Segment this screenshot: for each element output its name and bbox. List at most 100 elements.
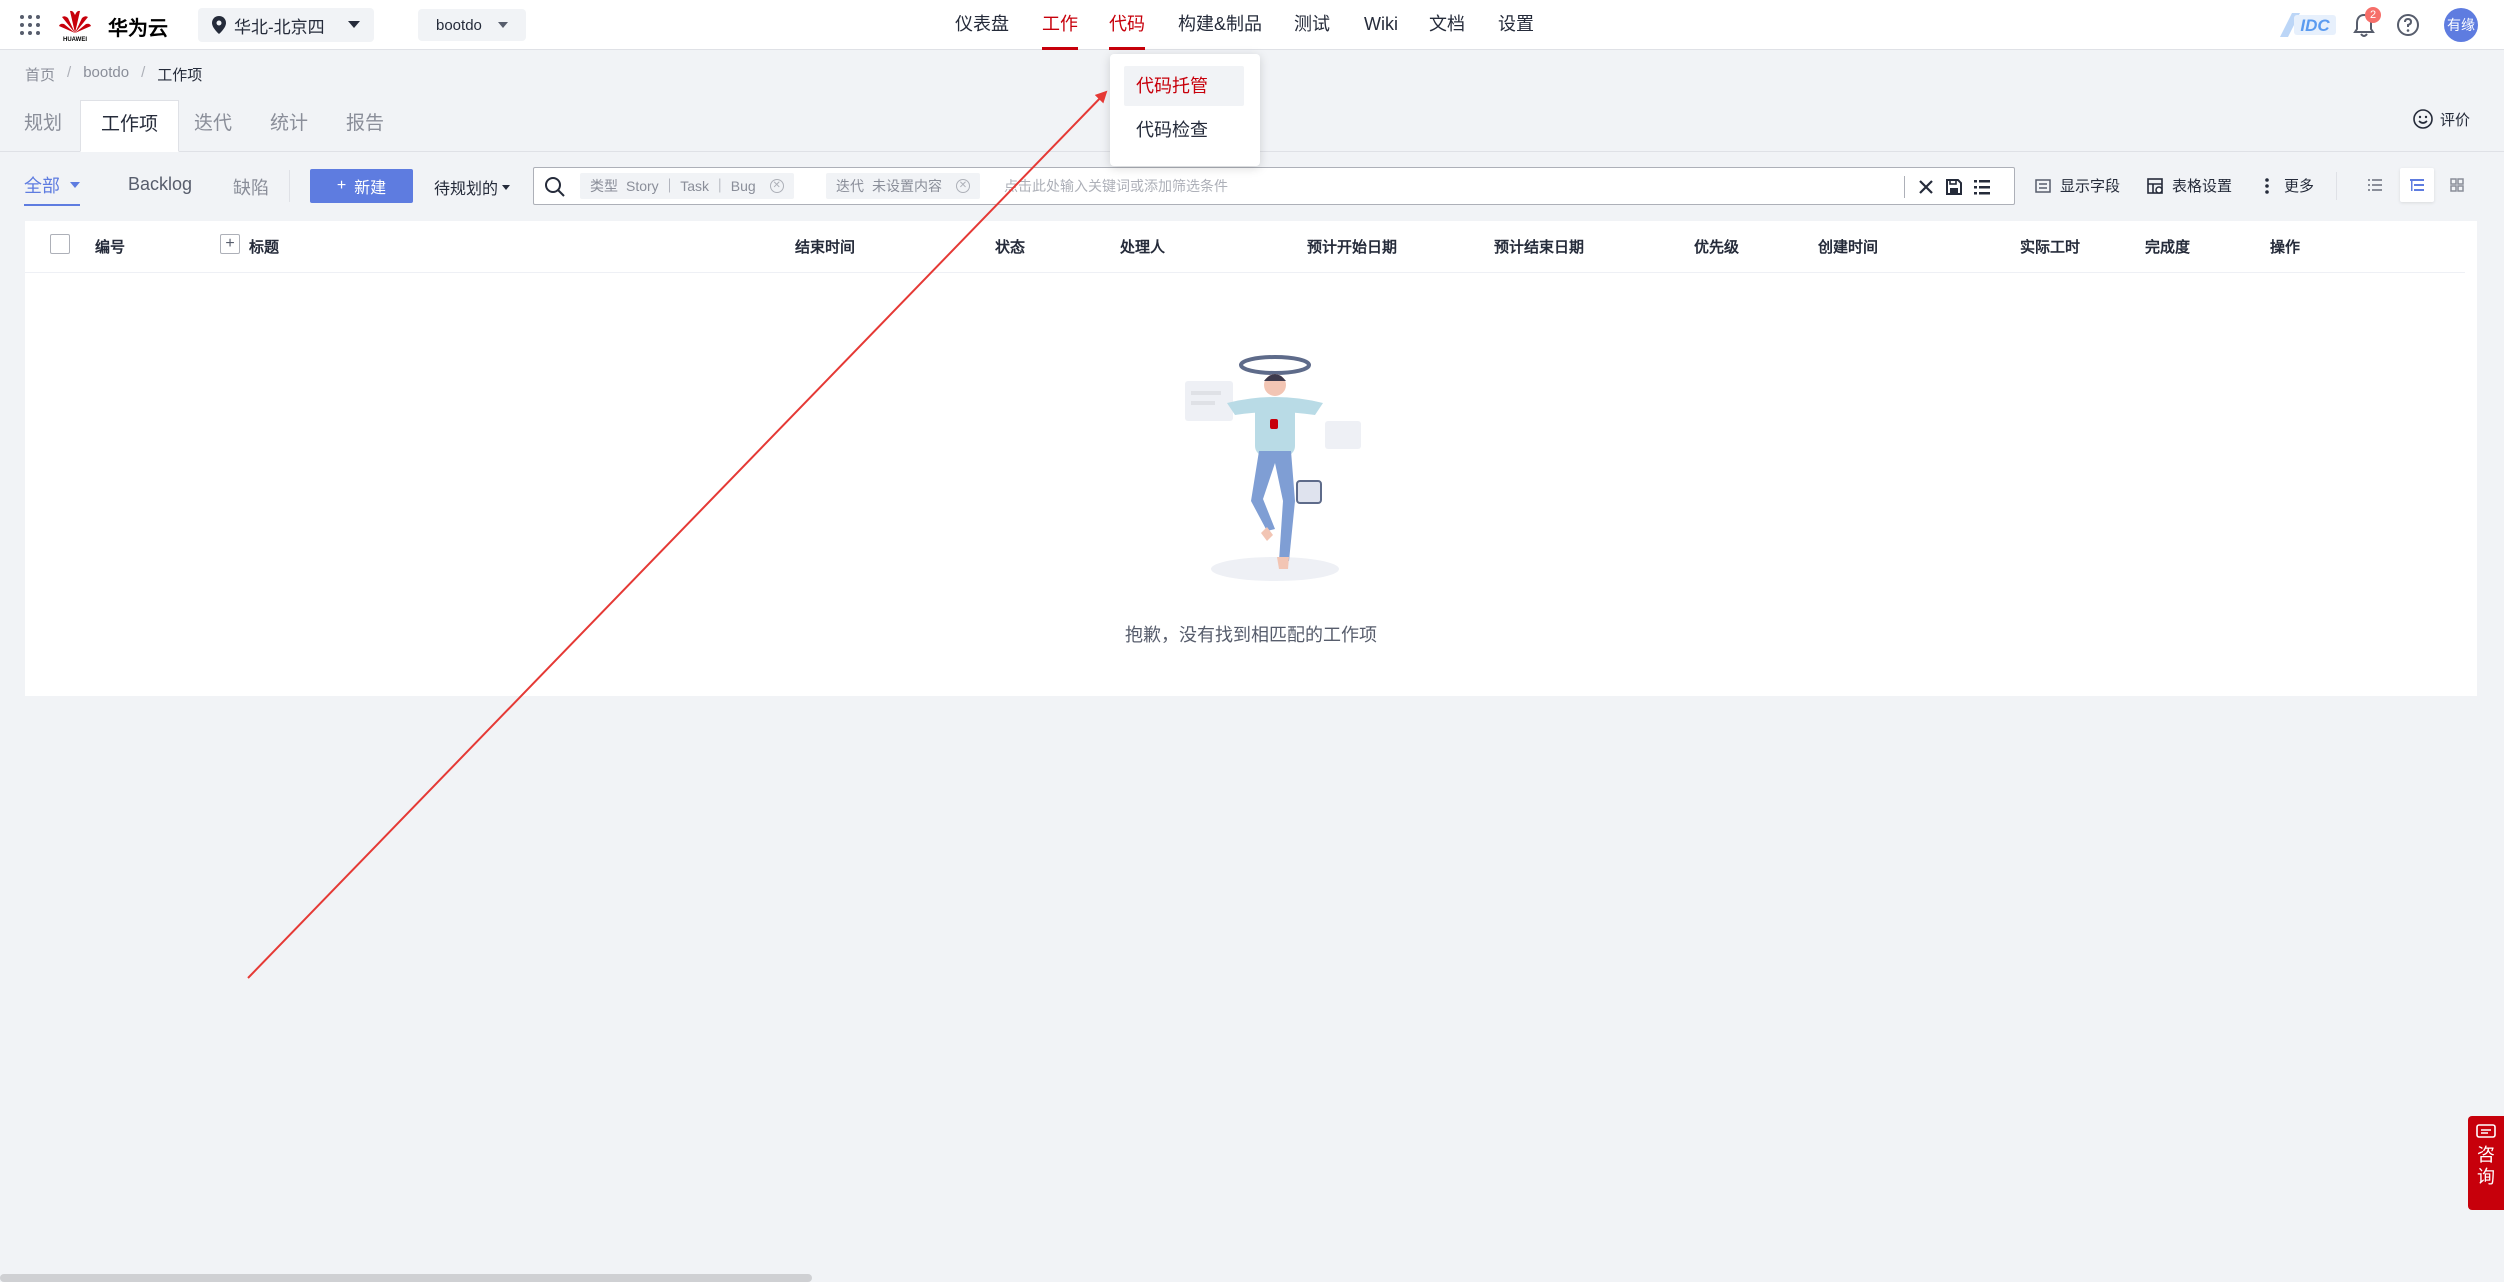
plan-status-dropdown[interactable]: 待规划的 [434,175,511,199]
more-vertical-icon [2265,177,2269,194]
select-all-checkbox[interactable] [50,234,70,254]
column-header-status[interactable]: 状态 [995,236,1025,257]
column-header-assignee[interactable]: 处理人 [1120,236,1165,257]
breadcrumb-separator: / [141,64,146,81]
rate-button[interactable]: 评价 [2412,108,2470,130]
tree-view-toggle[interactable] [2400,168,2434,202]
list-view-icon [2368,179,2382,191]
filter-backlog[interactable]: Backlog [128,174,192,195]
toolbar-divider [289,170,290,202]
table-settings-label: 表格设置 [2172,178,2233,195]
toolbar-divider [2336,172,2337,200]
nav-work[interactable]: 工作 [1042,0,1078,50]
rate-label: 评价 [2439,111,2470,129]
logo-wordmark: HUAWEI [63,37,87,43]
scrollbar-thumb[interactable] [0,1274,812,1282]
location-pin-icon [212,16,226,34]
caret-down-icon [502,184,511,190]
table-header: 编号 + 标题 结束时间 状态 处理人 预计开始日期 预计结束日期 优先级 创建… [25,221,2465,273]
column-header-planned-start[interactable]: 预计开始日期 [1307,236,1397,257]
nav-build[interactable]: 构建&制品 [1178,0,1262,50]
tab-iterations[interactable]: 迭代 [194,100,232,152]
tab-reports[interactable]: 报告 [346,100,384,152]
nav-docs[interactable]: 文档 [1429,0,1465,50]
nav-wiki[interactable]: Wiki [1364,0,1398,50]
breadcrumb-project[interactable]: bootdo [83,64,129,85]
nav-settings[interactable]: 设置 [1498,0,1534,50]
column-header-priority[interactable]: 优先级 [1694,236,1739,257]
nav-test[interactable]: 测试 [1294,0,1330,50]
nav-code[interactable]: 代码 [1109,0,1145,50]
filter-list-icon[interactable] [1972,177,1992,197]
help-icon[interactable] [2396,13,2420,37]
consult-button[interactable]: 咨 询 [2468,1116,2504,1210]
column-header-created[interactable]: 创建时间 [1818,236,1878,257]
clear-icon[interactable] [1916,177,1936,197]
plan-status-label: 待规划的 [434,181,499,198]
tab-statistics[interactable]: 统计 [270,100,308,152]
remove-tag-icon[interactable]: ✕ [769,179,784,193]
tree-view-icon [2410,179,2424,191]
brand-name[interactable]: 华为云 [108,12,168,41]
new-work-item-button[interactable]: + 新建 [310,169,413,203]
filter-all[interactable]: 全部 [24,172,80,206]
menu-item-code-hosting[interactable]: 代码托管 [1124,66,1244,106]
top-navbar: HUAWEI 华为云 华北-北京四 bootdo 仪表盘 工作 代码 构建&制品… [0,0,2504,50]
empty-state-illustration [1185,355,1361,581]
project-selector[interactable]: bootdo [418,9,526,41]
column-header-end-time[interactable]: 结束时间 [795,236,855,257]
card-view-icon [2450,178,2464,192]
sprint-filter-tag[interactable]: 迭代 未设置内容 ✕ [826,173,980,199]
new-button-label: 新建 [354,180,387,197]
breadcrumb-home[interactable]: 首页 [25,64,55,85]
app-grid-icon[interactable] [18,13,42,37]
horizontal-scrollbar[interactable] [0,1274,2504,1282]
show-fields-button[interactable]: 显示字段 [2034,175,2120,196]
more-label: 更多 [2284,178,2315,195]
column-header-planned-end[interactable]: 预计结束日期 [1494,236,1584,257]
type-tag-key: 类型 [590,178,618,194]
smiley-icon [2413,109,2433,129]
search-input[interactable] [1004,174,1884,198]
column-header-title[interactable]: 标题 [249,236,279,257]
filter-defects[interactable]: 缺陷 [233,174,269,200]
caret-down-icon [348,21,360,28]
empty-state-message: 抱歉，没有找到相匹配的工作项 [1125,625,1377,645]
type-filter-tag[interactable]: 类型 Story ｜ Task ｜ Bug ✕ [580,173,794,199]
consult-char-2: 询 [2477,1167,2495,1187]
notification-badge: 2 [2365,7,2381,23]
search-divider [1904,176,1905,198]
column-header-actual-hours[interactable]: 实际工时 [2020,236,2080,257]
column-header-id[interactable]: 编号 [95,236,125,257]
tab-planning[interactable]: 规划 [24,100,62,152]
menu-item-code-check[interactable]: 代码检查 [1124,110,1244,150]
more-button[interactable]: 更多 [2258,175,2314,196]
card-view-toggle[interactable] [2440,168,2474,202]
column-header-completion[interactable]: 完成度 [2145,236,2190,257]
consult-char-1: 咨 [2477,1145,2495,1165]
project-label: bootdo [436,16,482,34]
idc-logo[interactable]: IDC [2278,10,2338,40]
nav-dashboard[interactable]: 仪表盘 [955,0,1009,50]
tab-work-items[interactable]: 工作项 [80,100,180,152]
remove-tag-icon[interactable]: ✕ [956,179,970,193]
column-header-actions: 操作 [2270,239,2301,256]
breadcrumb-separator: / [67,64,72,81]
plus-icon: + [336,177,347,194]
breadcrumb-current: 工作项 [157,67,203,84]
table-settings-icon [2147,177,2163,194]
search-icon [545,177,565,197]
huawei-logo[interactable]: HUAWEI [56,7,94,43]
breadcrumb: 首页 / bootdo / 工作项 [25,64,202,85]
filter-search-bar[interactable]: 类型 Story ｜ Task ｜ Bug ✕ 迭代 未设置内容 ✕ [533,167,2015,205]
type-tag-value: Story ｜ Task ｜ Bug [626,178,756,194]
user-avatar[interactable]: 有缘 [2444,8,2478,42]
expand-all-icon[interactable]: + [220,234,240,254]
code-nav-dropdown: 代码托管 代码检查 [1110,54,1260,166]
table-settings-button[interactable]: 表格设置 [2146,175,2232,196]
columns-icon [2035,178,2051,193]
list-view-toggle[interactable] [2358,168,2392,202]
save-filter-icon[interactable] [1944,177,1964,197]
region-selector[interactable]: 华北-北京四 [198,8,374,42]
sprint-tag-value: 未设置内容 [872,178,942,194]
